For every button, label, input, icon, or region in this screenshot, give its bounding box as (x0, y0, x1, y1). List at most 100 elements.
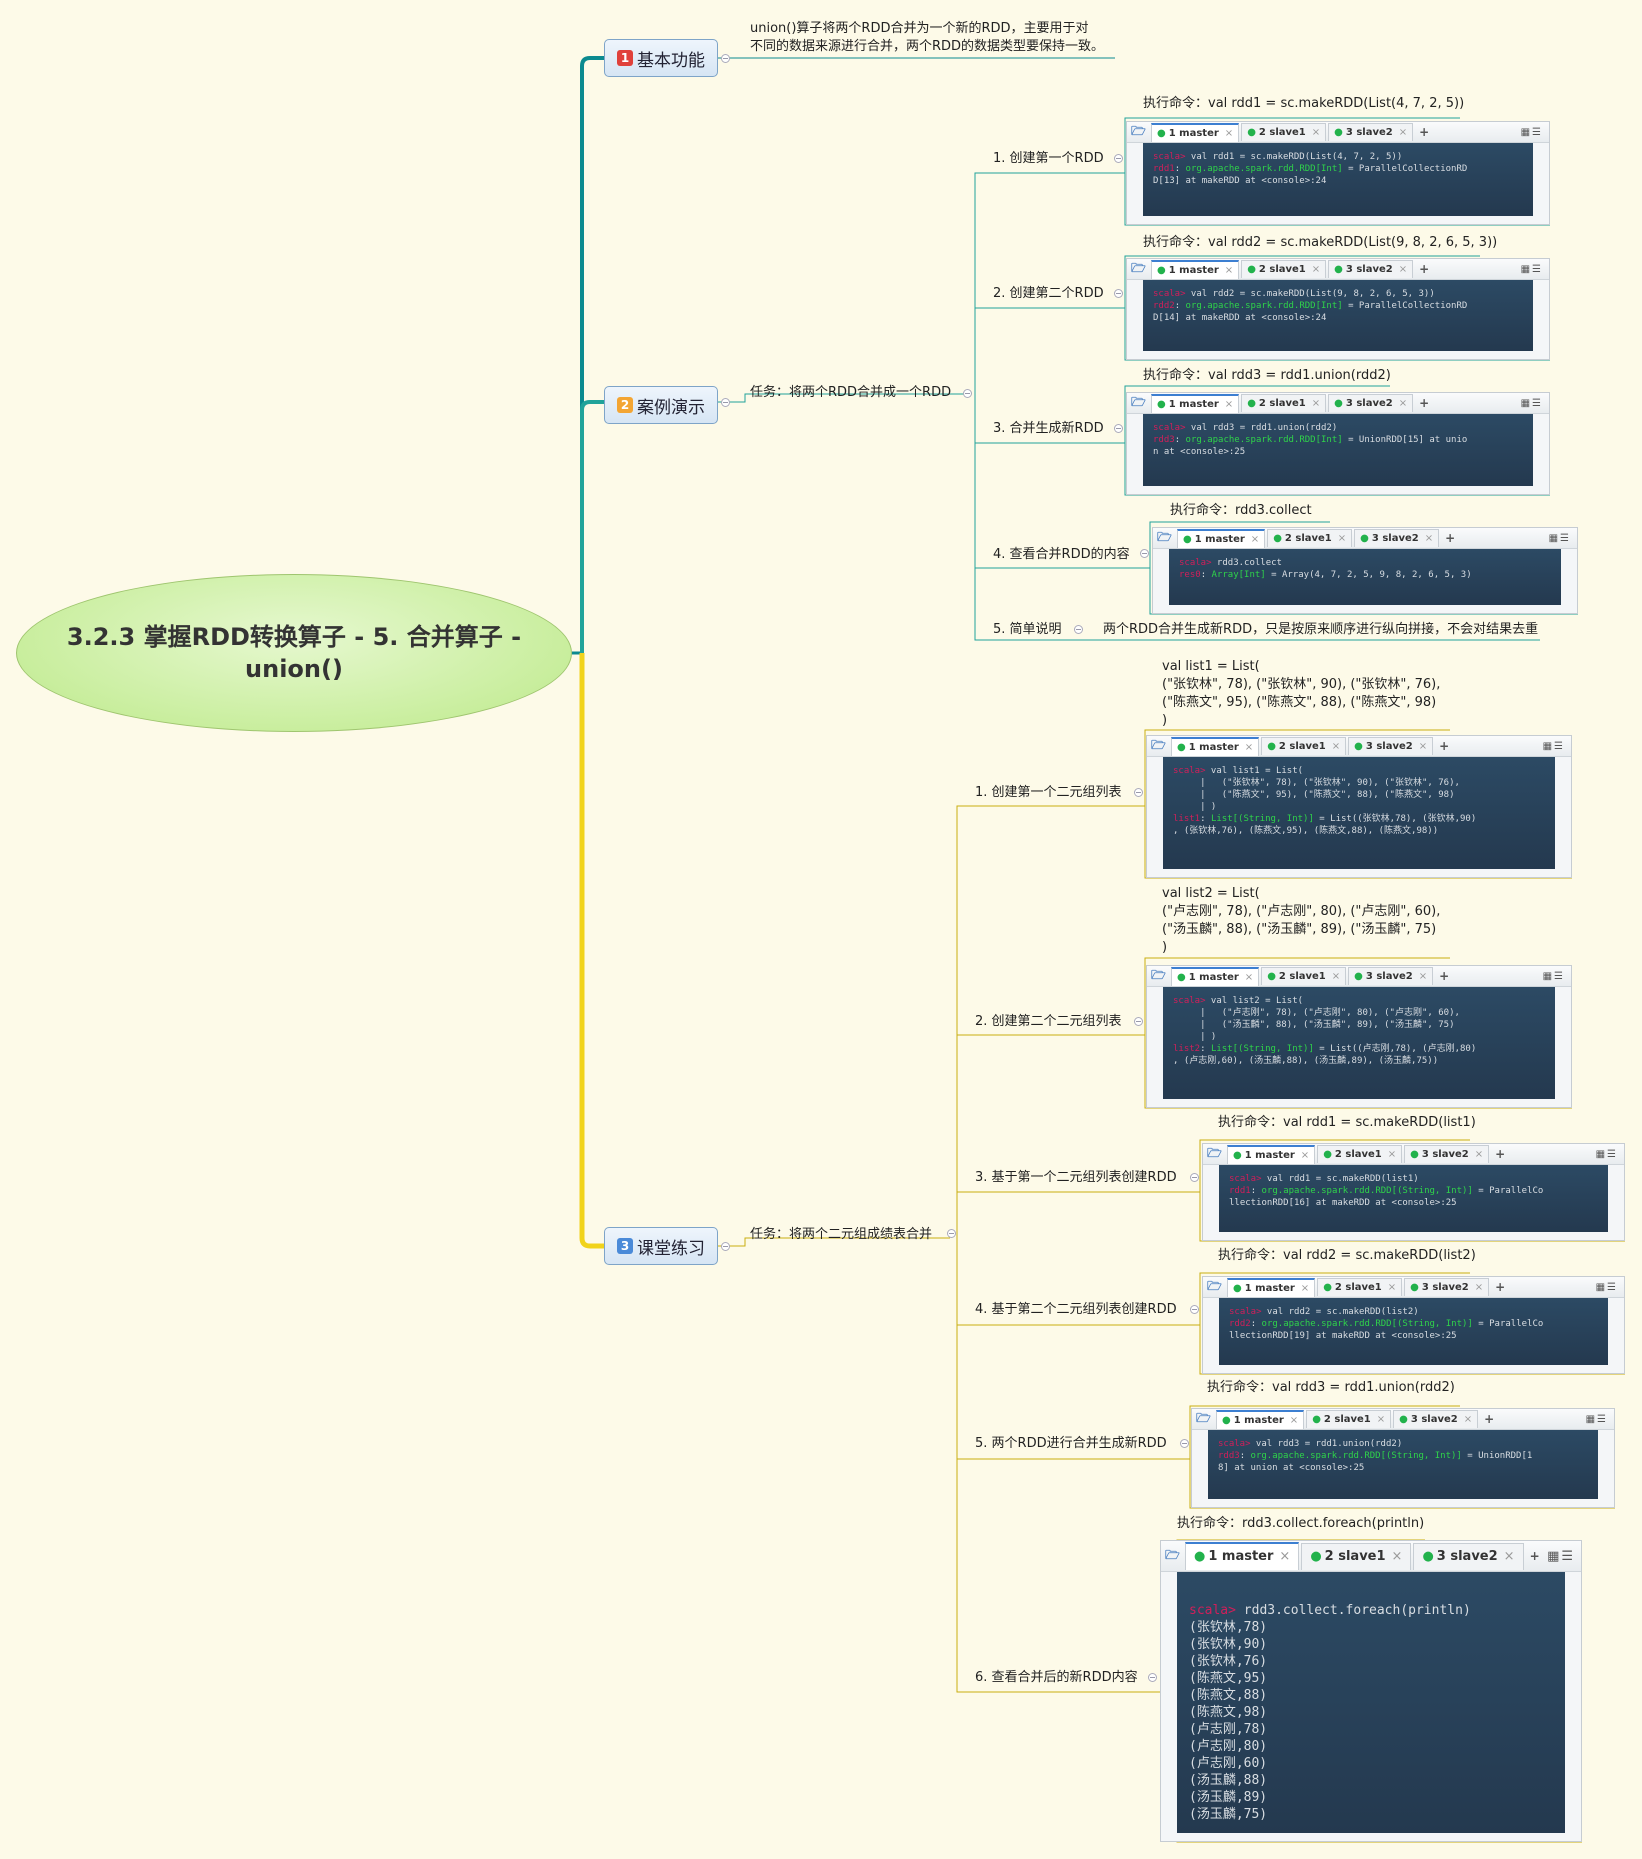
close-icon[interactable]: × (1377, 1414, 1385, 1425)
root-topic[interactable]: 3.2.3 掌握RDD转换算子 - 5. 合并算子 - union() (16, 574, 572, 732)
add-tab-icon[interactable]: + (1419, 396, 1429, 410)
terminal-tab[interactable]: ● 3 slave2 × (1328, 260, 1414, 278)
terminal-tab[interactable]: ● 2 slave1 × (1261, 737, 1347, 755)
close-icon[interactable]: × (1392, 1549, 1403, 1564)
collapse-icon[interactable] (1114, 424, 1123, 433)
terminal-tab[interactable]: ● 3 slave2 × (1328, 123, 1414, 141)
collapse-icon[interactable] (1074, 625, 1083, 634)
add-tab-icon[interactable]: + (1419, 262, 1429, 276)
close-icon[interactable]: × (1225, 128, 1233, 139)
close-icon[interactable]: × (1399, 127, 1407, 138)
close-icon[interactable]: × (1475, 1282, 1483, 1293)
folder-icon[interactable]: 🗁 (1131, 393, 1151, 414)
terminal-window[interactable]: 🗁 ● 1 master × ● 2 slave1 × ● 3 slave2 × + ▦☰ scala>… (1126, 121, 1550, 225)
terminal-window[interactable]: 🗁 ● 1 master × ● 2 slave1 × ● 3 slave2 × + ▦☰ scala>… (1160, 1540, 1582, 1842)
folder-icon[interactable]: 🗁 (1131, 259, 1151, 280)
close-icon[interactable]: × (1425, 533, 1433, 544)
collapse-icon[interactable] (721, 54, 730, 63)
collapse-icon[interactable] (947, 1229, 956, 1238)
layout-menu-icon[interactable]: ▦☰ (1521, 398, 1543, 409)
collapse-icon[interactable] (1190, 1173, 1199, 1182)
folder-icon[interactable]: 🗁 (1157, 528, 1177, 549)
collapse-icon[interactable] (1134, 788, 1143, 797)
topic-class-practice[interactable]: 3 课堂练习 (604, 1227, 718, 1265)
add-tab-icon[interactable]: + (1495, 1147, 1505, 1161)
terminal-tab[interactable]: ● 1 master × (1151, 122, 1240, 142)
folder-icon[interactable]: 🗁 (1131, 122, 1151, 143)
close-icon[interactable]: × (1338, 533, 1346, 544)
terminal-tab[interactable]: ● 2 slave1 × (1317, 1278, 1403, 1296)
terminal-tab[interactable]: ● 1 master × (1171, 736, 1260, 756)
close-icon[interactable]: × (1245, 972, 1253, 983)
close-icon[interactable]: × (1312, 398, 1320, 409)
terminal-window[interactable]: 🗁 ● 1 master × ● 2 slave1 × ● 3 slave2 × + ▦☰ scala>… (1146, 735, 1572, 878)
terminal-tab[interactable]: ● 3 slave2 × (1348, 737, 1434, 755)
collapse-icon[interactable] (1114, 289, 1123, 298)
close-icon[interactable]: × (1399, 398, 1407, 409)
terminal-window[interactable]: 🗁 ● 1 master × ● 2 slave1 × ● 3 slave2 × + ▦☰ scala>… (1152, 527, 1578, 614)
add-tab-icon[interactable]: + (1419, 125, 1429, 139)
terminal-tab[interactable]: ● 3 slave2 × (1404, 1145, 1490, 1163)
terminal-window[interactable]: 🗁 ● 1 master × ● 2 slave1 × ● 3 slave2 × + ▦☰ scala>… (1202, 1143, 1625, 1241)
terminal-tab[interactable]: ● 2 slave1 × (1261, 967, 1347, 985)
close-icon[interactable]: × (1225, 265, 1233, 276)
close-icon[interactable]: × (1301, 1150, 1309, 1161)
close-icon[interactable]: × (1245, 742, 1253, 753)
collapse-icon[interactable] (1190, 1305, 1199, 1314)
add-tab-icon[interactable]: + (1495, 1280, 1505, 1294)
layout-menu-icon[interactable]: ▦☰ (1596, 1282, 1618, 1293)
folder-icon[interactable]: 🗁 (1207, 1277, 1227, 1298)
topic-case-demo[interactable]: 2 案例演示 (604, 386, 718, 424)
folder-icon[interactable]: 🗁 (1196, 1409, 1216, 1430)
close-icon[interactable]: × (1399, 264, 1407, 275)
terminal-tab[interactable]: ● 2 slave1 × (1317, 1145, 1403, 1163)
close-icon[interactable]: × (1464, 1414, 1472, 1425)
collapse-icon[interactable] (721, 398, 730, 407)
terminal-tab[interactable]: ● 2 slave1 × (1306, 1410, 1392, 1428)
collapse-icon[interactable] (721, 1242, 730, 1251)
add-tab-icon[interactable]: + (1530, 1549, 1540, 1563)
layout-menu-icon[interactable]: ▦☰ (1543, 741, 1565, 752)
layout-menu-icon[interactable]: ▦☰ (1547, 1549, 1575, 1564)
terminal-tab[interactable]: ● 2 slave1 × (1241, 394, 1327, 412)
close-icon[interactable]: × (1225, 399, 1233, 410)
terminal-tab[interactable]: ● 3 slave2 × (1404, 1278, 1490, 1296)
collapse-icon[interactable] (1114, 154, 1123, 163)
close-icon[interactable]: × (1504, 1549, 1515, 1564)
folder-icon[interactable]: 🗁 (1151, 736, 1171, 757)
terminal-tab[interactable]: ● 1 master × (1227, 1144, 1316, 1164)
terminal-tab[interactable]: ● 3 slave2 × (1354, 529, 1440, 547)
close-icon[interactable]: × (1388, 1282, 1396, 1293)
close-icon[interactable]: × (1251, 534, 1259, 545)
terminal-tab[interactable]: ● 1 master × (1227, 1277, 1316, 1297)
terminal-window[interactable]: 🗁 ● 1 master × ● 2 slave1 × ● 3 slave2 × + ▦☰ scala>… (1126, 392, 1550, 495)
collapse-icon[interactable] (963, 389, 972, 398)
terminal-tab[interactable]: ● 2 slave1 × (1267, 529, 1353, 547)
collapse-icon[interactable] (1180, 1439, 1189, 1448)
close-icon[interactable]: × (1312, 264, 1320, 275)
close-icon[interactable]: × (1475, 1149, 1483, 1160)
terminal-tab[interactable]: ● 1 master × (1171, 966, 1260, 986)
terminal-tab[interactable]: ● 3 slave2 × (1348, 967, 1434, 985)
layout-menu-icon[interactable]: ▦☰ (1543, 971, 1565, 982)
terminal-tab[interactable]: ● 1 master × (1177, 528, 1266, 548)
close-icon[interactable]: × (1332, 741, 1340, 752)
layout-menu-icon[interactable]: ▦☰ (1521, 127, 1543, 138)
layout-menu-icon[interactable]: ▦☰ (1521, 264, 1543, 275)
layout-menu-icon[interactable]: ▦☰ (1596, 1149, 1618, 1160)
terminal-tab[interactable]: ● 3 slave2 × (1328, 394, 1414, 412)
terminal-window[interactable]: 🗁 ● 1 master × ● 2 slave1 × ● 3 slave2 × + ▦☰ scala>… (1202, 1276, 1625, 1374)
add-tab-icon[interactable]: + (1484, 1412, 1494, 1426)
add-tab-icon[interactable]: + (1439, 739, 1449, 753)
close-icon[interactable]: × (1312, 127, 1320, 138)
terminal-tab[interactable]: ● 2 slave1 × (1241, 123, 1327, 141)
folder-icon[interactable]: 🗁 (1207, 1144, 1227, 1165)
terminal-tab[interactable]: ● 1 master × (1185, 1542, 1300, 1570)
collapse-icon[interactable] (1140, 549, 1149, 558)
terminal-tab[interactable]: ● 2 slave1 × (1241, 260, 1327, 278)
terminal-window[interactable]: 🗁 ● 1 master × ● 2 slave1 × ● 3 slave2 × + ▦☰ scala>… (1146, 965, 1572, 1108)
close-icon[interactable]: × (1279, 1549, 1290, 1564)
terminal-window[interactable]: 🗁 ● 1 master × ● 2 slave1 × ● 3 slave2 × + ▦☰ scala>… (1126, 258, 1550, 360)
terminal-tab[interactable]: ● 1 master × (1151, 393, 1240, 413)
topic-basic-function[interactable]: 1 基本功能 (604, 39, 718, 77)
